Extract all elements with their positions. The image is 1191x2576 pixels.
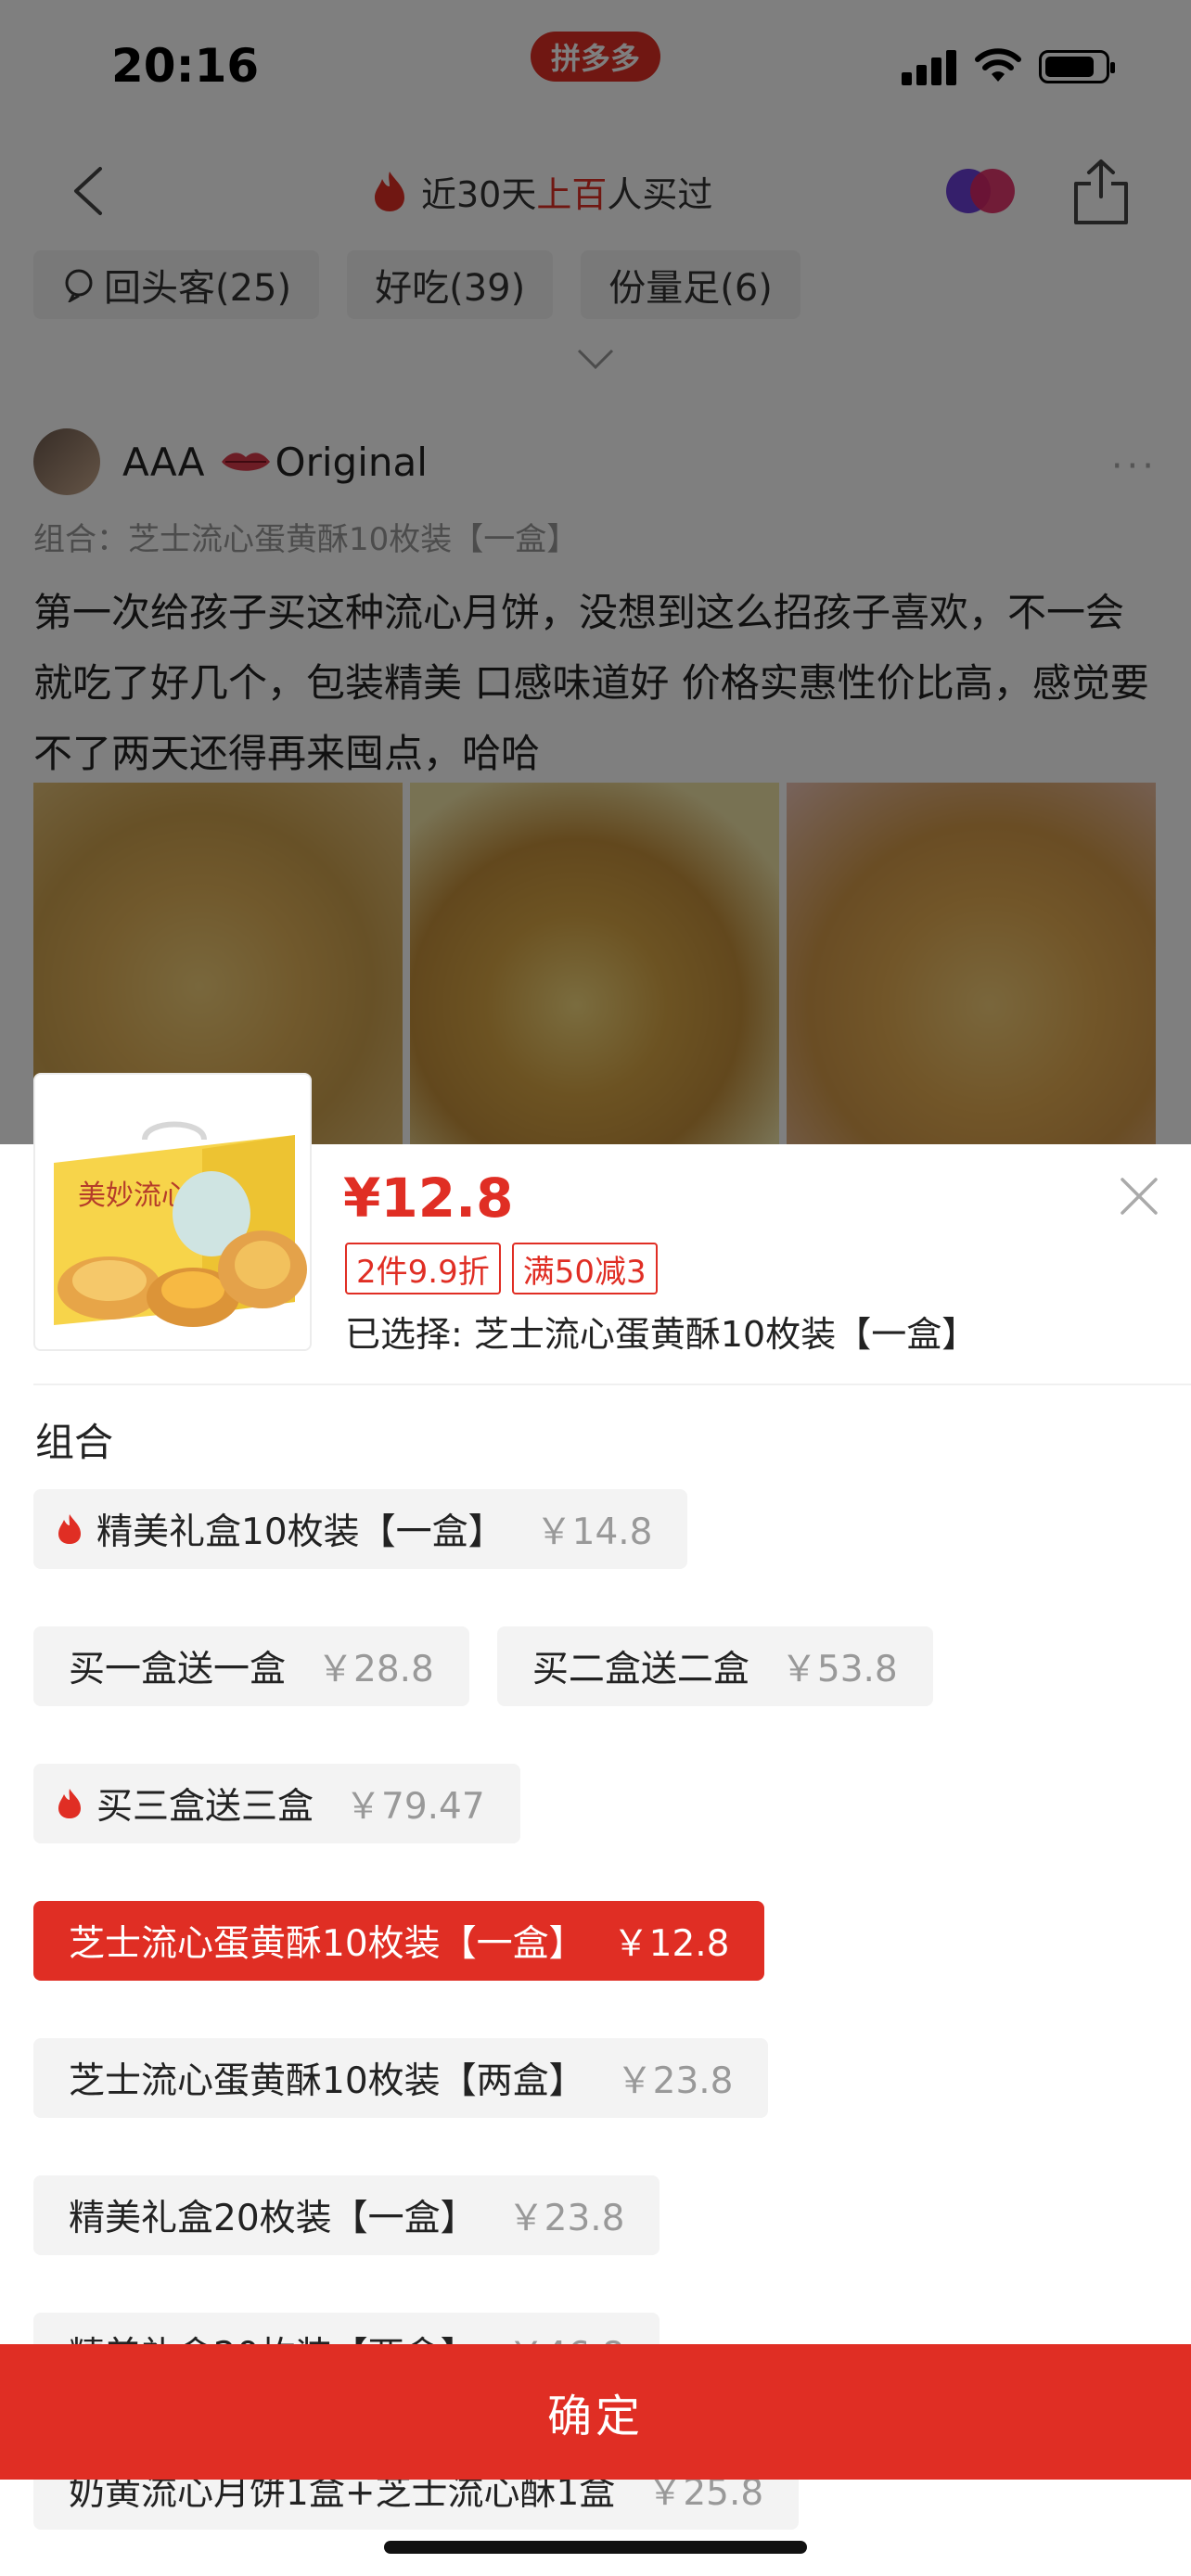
option-label: 芝士流心蛋黄酥10枚装【一盒】	[69, 1923, 585, 1965]
promo-badge-coupon: 满50减3	[511, 1243, 658, 1294]
divider	[33, 1384, 1191, 1385]
option-price: ￥28.8	[317, 1649, 434, 1690]
option-price: ￥79.47	[345, 1786, 485, 1828]
option-label: 买二盒送二盒	[531, 1649, 749, 1690]
option-label: 买三盒送三盒	[96, 1786, 314, 1828]
option-label: 精美礼盒10枚装【一盒】	[96, 1511, 505, 1553]
home-indicator	[384, 2541, 807, 2554]
sku-price: ¥12.8	[343, 1167, 514, 1230]
option-buy2-get2[interactable]: 买二盒送二盒 ￥53.8	[496, 1626, 933, 1706]
confirm-button[interactable]: 确定	[0, 2344, 1191, 2480]
promo-badges: 2件9.9折 满50减3	[345, 1243, 658, 1294]
option-label: 精美礼盒20枚装【一盒】	[69, 2198, 477, 2239]
option-label: 芝士流心蛋黄酥10枚装【两盒】	[69, 2060, 585, 2102]
combo-section-label: 组合	[35, 1420, 114, 1465]
product-box-text: 美妙流心	[78, 1180, 189, 1212]
product-thumbnail: 美妙流心	[33, 1073, 312, 1351]
promo-badge-discount: 2件9.9折	[345, 1243, 501, 1294]
option-price: ￥23.8	[507, 2198, 625, 2239]
option-price: ￥12.8	[612, 1923, 730, 1965]
flame-icon	[58, 1514, 81, 1544]
product-image: 美妙流心	[35, 1075, 310, 1349]
option-cheese-10-one[interactable]: 芝士流心蛋黄酥10枚装【一盒】 ￥12.8	[33, 1901, 765, 1981]
dim-overlay[interactable]	[0, 0, 1191, 1144]
option-cheese-10-two[interactable]: 芝士流心蛋黄酥10枚装【两盒】 ￥23.8	[33, 2038, 769, 2118]
option-giftbox-10-one[interactable]: 精美礼盒10枚装【一盒】 ￥14.8	[33, 1489, 688, 1569]
option-giftbox-20-one[interactable]: 精美礼盒20枚装【一盒】 ￥23.8	[33, 2175, 660, 2255]
option-price: ￥14.8	[535, 1511, 653, 1553]
option-price: ￥53.8	[780, 1649, 898, 1690]
option-buy3-get3[interactable]: 买三盒送三盒 ￥79.47	[33, 1764, 520, 1843]
selected-sku-text: 已选择: 芝士流心蛋黄酥10枚装【一盒】	[345, 1314, 978, 1355]
close-icon[interactable]	[1119, 1176, 1159, 1217]
option-price: ￥23.8	[616, 2060, 734, 2102]
option-label: 买一盒送一盒	[69, 1649, 287, 1690]
flame-icon	[58, 1789, 81, 1818]
option-buy1-get1[interactable]: 买一盒送一盒 ￥28.8	[33, 1626, 469, 1706]
